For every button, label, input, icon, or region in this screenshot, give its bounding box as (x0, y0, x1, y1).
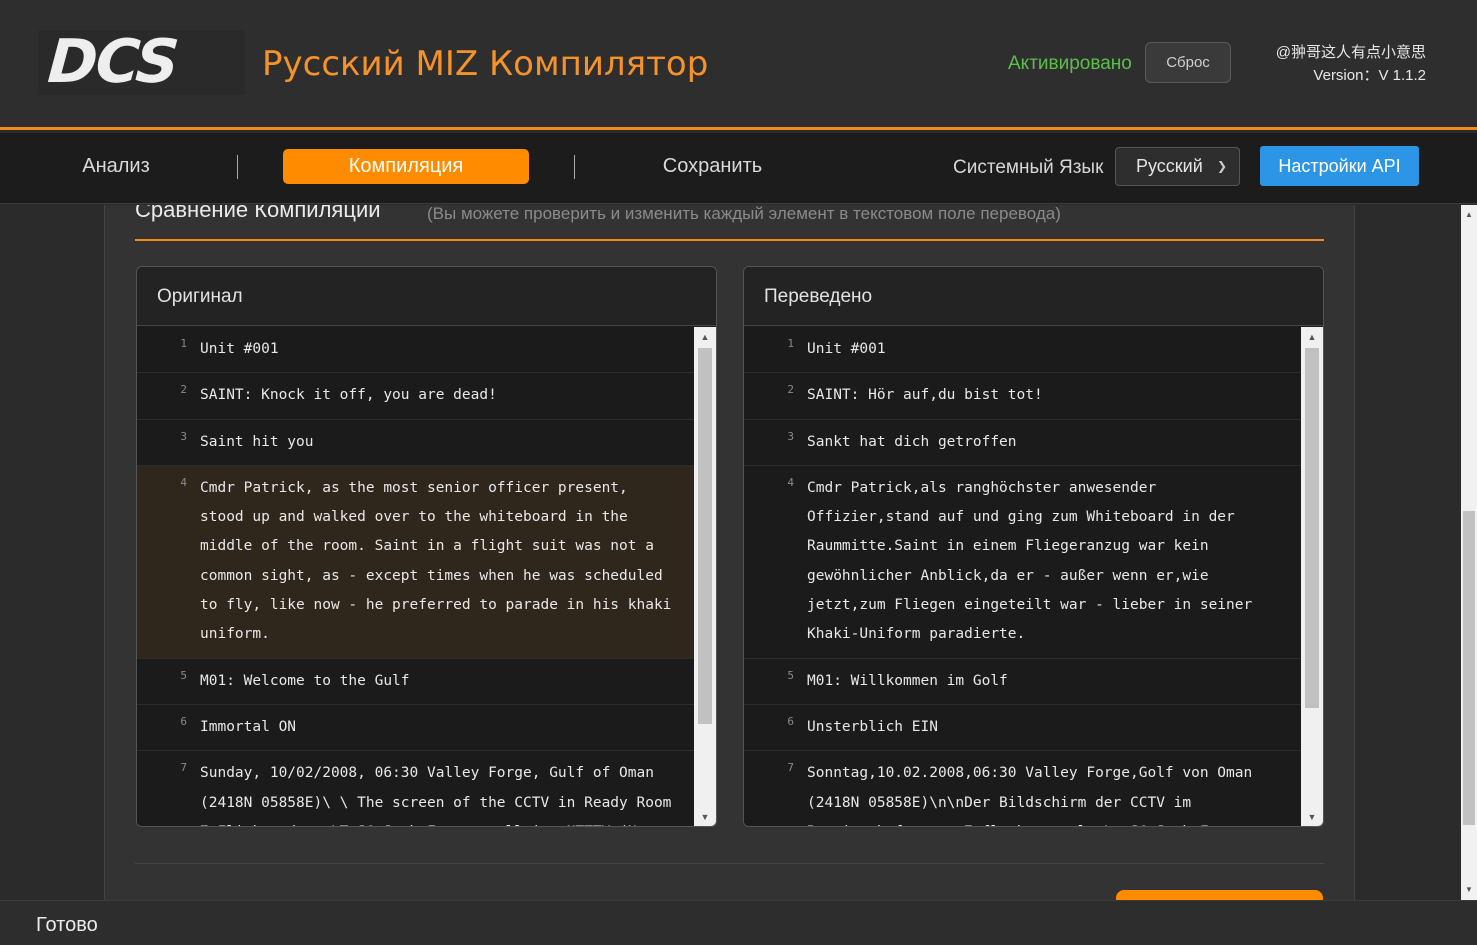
scroll-down-icon[interactable]: ▼ (1301, 809, 1323, 825)
tab-save[interactable]: Сохранить (640, 149, 785, 184)
line-text[interactable]: SAINT: Knock it off, you are dead! (187, 373, 694, 418)
line-number: 2 (180, 383, 187, 397)
line-number: 6 (787, 714, 794, 728)
version-label: Version：V 1.1.2 (1313, 67, 1426, 84)
line-number: 4 (787, 475, 794, 489)
author-name: @翀哥这人有点小意思 (1275, 44, 1426, 61)
scroll-up-icon[interactable]: ▲ (1301, 329, 1323, 345)
editor-line[interactable]: 3 Saint hit you (137, 419, 694, 466)
line-text[interactable]: Unit #001 (187, 327, 694, 372)
line-number: 1 (180, 337, 187, 350)
compile-panel: Сравнение Компиляции (Вы можете проверит… (104, 205, 1355, 900)
action-button[interactable] (1116, 890, 1323, 900)
scrollbar-thumb[interactable] (698, 348, 712, 724)
nav-divider (237, 155, 238, 179)
line-text[interactable]: Sonntag,10.02.2008,06:30 Valley Forge,Go… (794, 751, 1301, 826)
editor-line[interactable]: 5 M01: Willkommen im Golf (744, 658, 1301, 705)
chevron-down-icon: ❯ (1216, 159, 1227, 173)
page-scrollbar-thumb[interactable] (1463, 511, 1475, 825)
editor-line[interactable]: 1 Unit #001 (744, 327, 1301, 374)
section-title: Сравнение Компиляции (135, 205, 381, 222)
line-text[interactable]: SAINT: Hör auf,du bist tot! (794, 373, 1301, 418)
activation-status: Активировано (1008, 53, 1132, 74)
translated-text-area[interactable]: 1 Unit #001 2 SAINT: Hör auf,du bist tot! 3 S… (744, 327, 1301, 826)
scroll-up-icon[interactable]: ▲ (694, 329, 716, 345)
language-value: Русский (1136, 156, 1203, 176)
app-title: Русский MIZ Компилятор (262, 44, 709, 84)
line-text[interactable]: Immortal ON (187, 705, 694, 750)
main-nav: Анализ Компиляция Сохранить Системный Яз… (0, 133, 1477, 204)
nav-divider (574, 155, 575, 179)
original-editor: Оригинал 1 Unit #001 2 SAINT: Knock it off,… (136, 266, 717, 827)
line-number: 6 (180, 714, 187, 728)
api-settings-button[interactable]: Настройки API (1260, 146, 1419, 186)
line-text[interactable]: Cmdr Patrick,als ranghöchster anwesender… (794, 466, 1301, 658)
editor-line[interactable]: 6 Immortal ON (137, 704, 694, 752)
language-label: Системный Язык (953, 157, 1104, 178)
editor-line[interactable]: 7 Sonntag,10.02.2008,06:30 Valley Forge,G… (744, 751, 1301, 826)
editor-line[interactable]: 1 Unit #001 (137, 327, 694, 374)
original-text-area[interactable]: 1 Unit #001 2 SAINT: Knock it off, you are … (137, 327, 694, 826)
editor-line[interactable]: 3 Sankt hat dich getroffen (744, 419, 1301, 466)
line-number: 7 (180, 761, 187, 775)
scroll-down-icon[interactable]: ▼ (694, 809, 716, 825)
line-text[interactable]: Sunday, 10/02/2008, 06:30 Valley Forge, … (187, 751, 694, 826)
line-text[interactable]: M01: Welcome to the Gulf (187, 659, 694, 704)
line-text[interactable]: Unit #001 (794, 327, 1301, 372)
editor-line[interactable]: 2 SAINT: Hör auf,du bist tot! (744, 373, 1301, 420)
original-scrollbar[interactable]: ▲ ▼ (694, 327, 716, 826)
scroll-up-icon[interactable]: ▲ (1461, 207, 1477, 223)
scroll-down-icon[interactable]: ▼ (1461, 882, 1477, 898)
translated-editor: Переведено 1 Unit #001 2 SAINT: Hör auf,du … (743, 266, 1324, 827)
status-text: Готово (36, 914, 98, 936)
line-number: 3 (180, 429, 187, 443)
language-select[interactable]: Русский ❯ (1115, 147, 1240, 186)
line-text[interactable]: Sankt hat dich getroffen (794, 420, 1301, 465)
editor-line[interactable]: 6 Unsterblich EIN (744, 704, 1301, 752)
line-number: 4 (180, 475, 187, 489)
dcs-logo: DCS (38, 27, 245, 97)
translated-editor-header: Переведено (744, 267, 1323, 326)
line-text[interactable]: M01: Willkommen im Golf (794, 659, 1301, 704)
app-header: DCS Русский MIZ Компилятор Активировано … (0, 0, 1477, 130)
editor-line[interactable]: 2 SAINT: Knock it off, you are dead! (137, 373, 694, 420)
author-info: @翀哥这人有点小意思 Version：V 1.1.2 (1276, 41, 1426, 87)
line-text[interactable]: Saint hit you (187, 420, 694, 465)
line-text[interactable]: Unsterblich EIN (794, 705, 1301, 750)
status-bar: Готово (0, 900, 1477, 945)
line-number: 2 (787, 383, 794, 397)
editor-line[interactable]: 4 Cmdr Patrick, as the most senior office… (137, 465, 694, 659)
bottom-divider (135, 863, 1324, 864)
page-scrollbar[interactable]: ▲ ▼ (1461, 205, 1477, 900)
editor-line[interactable]: 5 M01: Welcome to the Gulf (137, 658, 694, 705)
scrollbar-thumb[interactable] (1305, 348, 1319, 708)
line-number: 3 (787, 429, 794, 443)
line-number: 5 (787, 668, 794, 682)
editor-line[interactable]: 4 Cmdr Patrick,als ranghöchster anwesende… (744, 465, 1301, 659)
reset-button[interactable]: Сброс (1145, 42, 1231, 83)
editor-line[interactable]: 7 Sunday, 10/02/2008, 06:30 Valley Forge,… (137, 751, 694, 826)
line-number: 1 (787, 337, 794, 350)
tab-analysis[interactable]: Анализ (60, 149, 172, 184)
tab-compile[interactable]: Компиляция (283, 149, 529, 184)
logo-text: DCS (45, 27, 180, 97)
original-editor-header: Оригинал (137, 267, 716, 326)
line-number: 7 (787, 761, 794, 775)
section-hint: (Вы можете проверить и изменить каждый э… (427, 205, 1061, 223)
translated-scrollbar[interactable]: ▲ ▼ (1301, 327, 1323, 826)
line-text[interactable]: Cmdr Patrick, as the most senior officer… (187, 466, 694, 658)
line-number: 5 (180, 668, 187, 682)
section-divider (135, 239, 1324, 241)
